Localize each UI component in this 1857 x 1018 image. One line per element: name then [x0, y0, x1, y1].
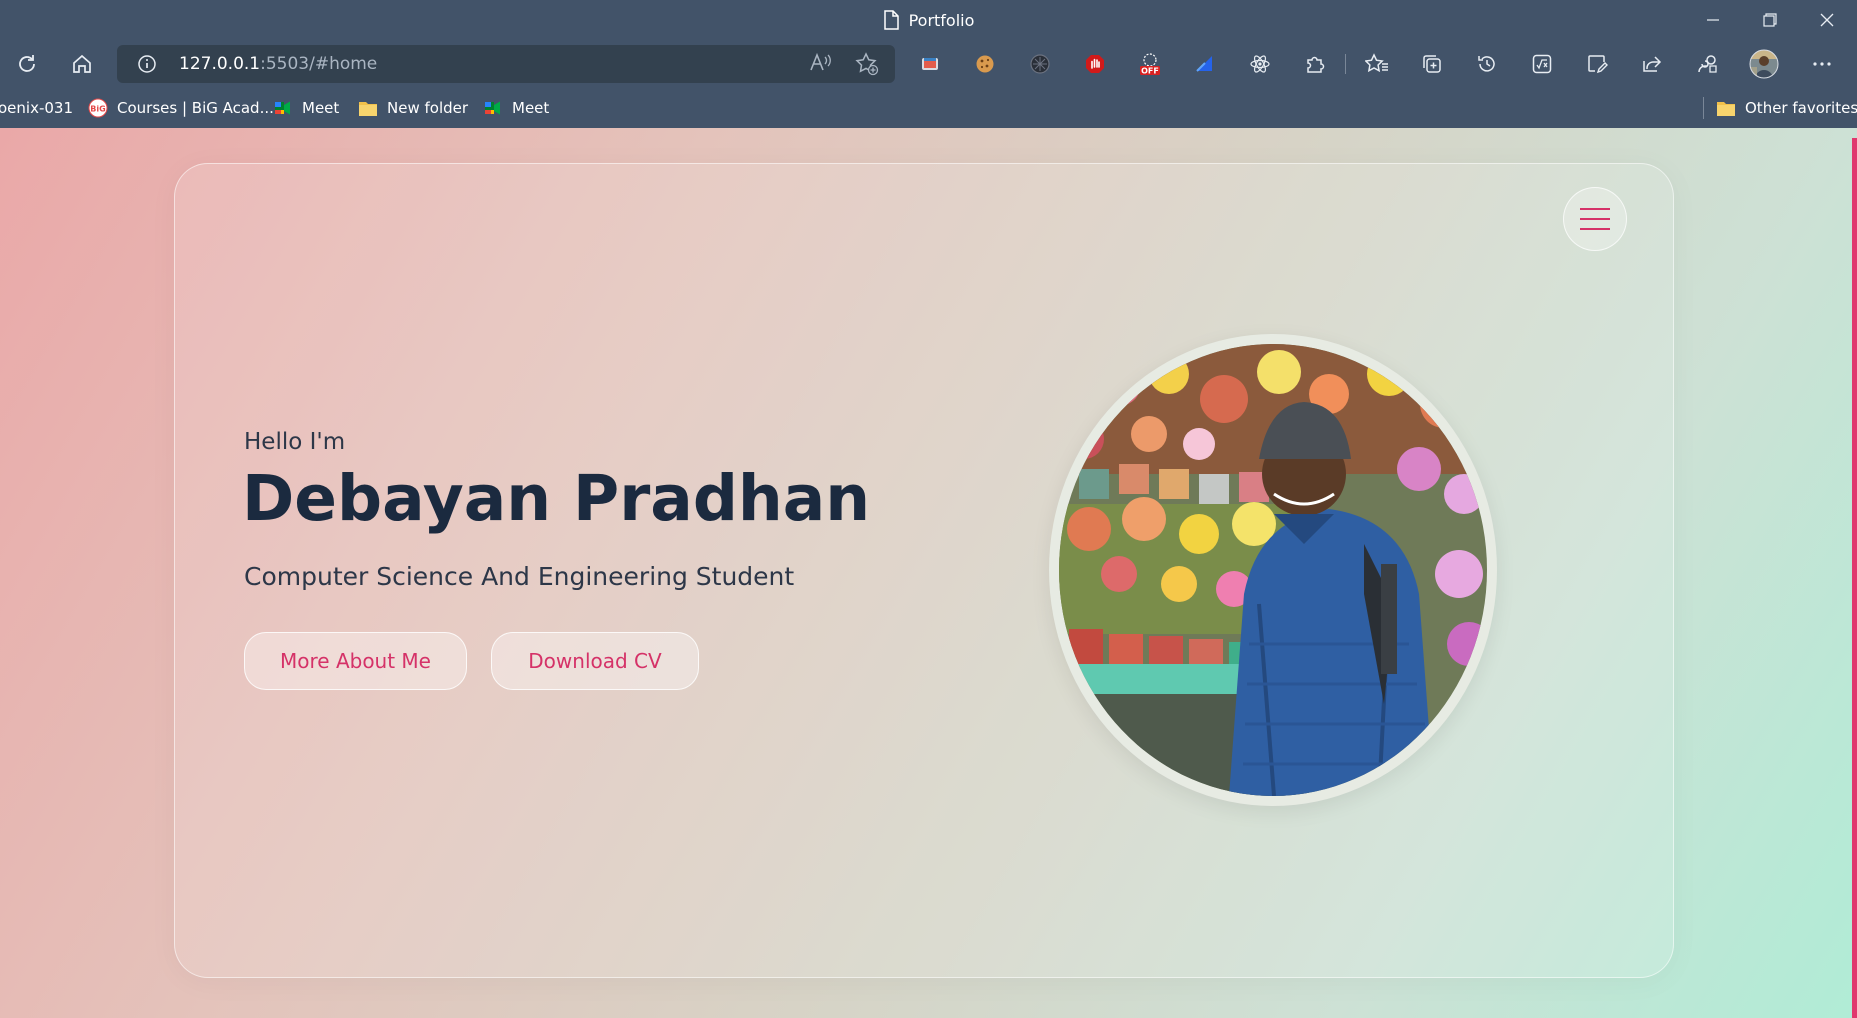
title-bar: Portfolio	[0, 0, 1857, 40]
bookmarks-separator	[1703, 97, 1704, 119]
bookmark-item[interactable]: Meet	[483, 96, 549, 120]
maximize-icon	[1763, 13, 1777, 27]
window-title-text: Portfolio	[908, 10, 975, 30]
greeting-text: Hello I'm	[244, 429, 346, 455]
url-text[interactable]: 127.0.0.1:5503/#home	[179, 54, 377, 74]
bookmark-label: Courses | BiG Acad...	[117, 99, 274, 117]
history-icon	[1478, 56, 1495, 72]
hero-card: Hello I'm Debayan Pradhan Computer Scien…	[174, 163, 1674, 978]
web-capture-button[interactable]	[1577, 44, 1617, 84]
window-title: Portfolio	[0, 0, 1857, 40]
extension-dark-icon[interactable]	[1020, 44, 1060, 84]
browser-toolbar: 127.0.0.1:5503/#home OFF	[0, 40, 1857, 87]
web-capture-icon	[1588, 55, 1608, 74]
share-button[interactable]	[1632, 44, 1672, 84]
folder-icon	[359, 102, 377, 116]
favorites-icon	[1365, 53, 1388, 73]
more-about-me-button[interactable]: More About Me	[244, 632, 467, 690]
bookmarks-bar: oenix-031 BiG Courses | BiG Acad... Meet…	[0, 87, 1857, 128]
profile-photo	[1059, 344, 1487, 796]
bookmark-label: Meet	[302, 99, 340, 117]
history-button[interactable]	[1467, 44, 1507, 84]
collections-button[interactable]	[1412, 44, 1452, 84]
url-host: 127.0.0.1	[179, 54, 261, 74]
bookmark-item[interactable]: BiG Courses | BiG Acad...	[88, 96, 274, 120]
big-academy-icon: BiG	[88, 98, 108, 118]
close-window-button[interactable]	[1798, 0, 1856, 40]
meet-icon	[275, 101, 290, 115]
meet-icon	[485, 101, 500, 115]
url-path: :5503/#home	[260, 54, 378, 74]
profile-avatar	[1749, 49, 1779, 79]
bookmark-item[interactable]: oenix-031	[0, 96, 73, 120]
bookmark-item[interactable]: Meet	[273, 96, 339, 120]
puzzle-icon	[1307, 56, 1325, 73]
info-icon[interactable]	[137, 54, 157, 78]
minimize-button[interactable]	[1684, 0, 1742, 40]
hero-name: Debayan Pradhan	[242, 462, 871, 535]
extension-cookie-icon[interactable]	[965, 44, 1005, 84]
profile-button[interactable]	[1744, 44, 1784, 84]
add-favorite-icon[interactable]	[855, 52, 879, 80]
svg-text:BiG: BiG	[90, 105, 105, 114]
page-viewport: Hello I'm Debayan Pradhan Computer Scien…	[0, 128, 1857, 1018]
home-button[interactable]	[62, 44, 102, 84]
bookmark-label: oenix-031	[0, 99, 73, 117]
address-bar[interactable]: 127.0.0.1:5503/#home	[117, 45, 895, 83]
hero-role: Computer Science And Engineering Student	[244, 562, 795, 591]
more-button[interactable]	[1802, 44, 1842, 84]
hamburger-menu-button[interactable]	[1563, 187, 1627, 251]
extension-stop-icon[interactable]	[1075, 44, 1115, 84]
bookmark-label: New folder	[387, 99, 469, 117]
minimize-icon	[1707, 19, 1719, 21]
svg-text:OFF: OFF	[1141, 67, 1159, 76]
download-cv-button[interactable]: Download CV	[491, 632, 699, 690]
bookmark-item[interactable]: New folder	[358, 96, 468, 120]
profile-photo-frame	[1049, 334, 1497, 806]
bookmark-label: Meet	[512, 99, 550, 117]
favorites-button[interactable]	[1357, 44, 1397, 84]
more-icon	[1813, 62, 1831, 66]
collections-icon	[1423, 55, 1441, 73]
page-icon	[883, 10, 899, 30]
scrollbar[interactable]	[1852, 138, 1857, 1018]
refresh-icon	[19, 55, 35, 72]
other-favorites[interactable]: Other favorites	[1716, 96, 1857, 120]
folder-icon	[1717, 102, 1735, 116]
refresh-button[interactable]	[7, 44, 47, 84]
math-solver-button[interactable]	[1522, 44, 1562, 84]
other-favorites-label: Other favorites	[1745, 99, 1857, 117]
close-icon	[1820, 13, 1834, 27]
performance-icon	[1698, 55, 1717, 73]
math-solver-icon	[1532, 54, 1552, 74]
performance-button[interactable]	[1687, 44, 1727, 84]
extension-arrow-icon[interactable]	[1185, 44, 1225, 84]
hamburger-menu-icon	[1580, 208, 1610, 230]
extension-media-icon[interactable]	[910, 44, 950, 84]
extension-react-icon[interactable]	[1240, 44, 1280, 84]
read-aloud-icon[interactable]	[809, 52, 833, 79]
toolbar-separator	[1345, 54, 1346, 74]
restore-button[interactable]	[1741, 0, 1799, 40]
home-icon	[73, 54, 91, 73]
extension-off-icon[interactable]: OFF	[1130, 44, 1170, 84]
share-icon	[1643, 56, 1662, 72]
extensions-button[interactable]	[1295, 44, 1335, 84]
